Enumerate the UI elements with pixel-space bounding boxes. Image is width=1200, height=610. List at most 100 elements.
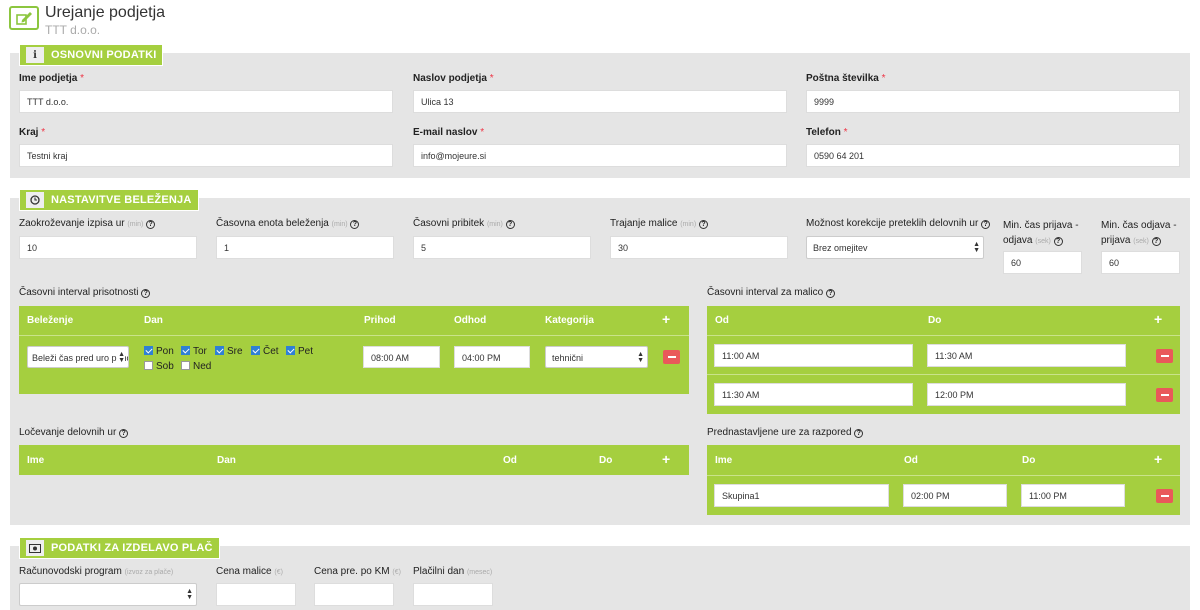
column-header: Do (599, 455, 613, 466)
phone-input[interactable]: 0590 64 201 (806, 144, 1180, 167)
company-address-input[interactable]: Ulica 13 (413, 90, 787, 113)
column-header: Od (904, 455, 918, 466)
surcharge-label: Časovni pribitek (min) ? (413, 218, 515, 229)
lunch-price-label: Cena malice (€) (216, 566, 283, 577)
checkbox-sre[interactable]: Sre (215, 346, 243, 357)
tracking-section-tab: NASTAVITVE BELEŽENJA (19, 189, 199, 211)
tracking-section: NASTAVITVE BELEŽENJA Zaokroževanje izpis… (10, 189, 1190, 525)
preset-to-input[interactable]: 11:00 PM (1021, 484, 1125, 507)
km-price-input[interactable] (314, 583, 394, 606)
preset-name-input[interactable]: Skupina1 (714, 484, 889, 507)
payday-input[interactable] (413, 583, 493, 606)
question-circle-icon[interactable]: ? (981, 220, 991, 229)
question-circle-icon[interactable]: ? (119, 429, 129, 438)
minus-icon (1160, 394, 1169, 396)
question-circle-icon[interactable]: ? (146, 220, 156, 229)
section-title: OSNOVNI PODATKI (51, 49, 157, 61)
min-login-input[interactable]: 60 (1003, 251, 1082, 274)
tracking-mode-select[interactable]: Beleži čas pred uro prihoda▲▼ (27, 346, 129, 368)
remove-preset-button[interactable] (1156, 489, 1173, 503)
remove-lunch-interval-button[interactable] (1156, 349, 1173, 363)
column-header: Prihod (364, 315, 396, 326)
column-header: Dan (217, 455, 236, 466)
company-name-input[interactable]: TTT d.o.o. (19, 90, 393, 113)
page-subtitle: TTT d.o.o. (45, 23, 101, 37)
lunch-to-input[interactable]: 12:00 PM (927, 383, 1126, 406)
lunch-duration-input[interactable]: 30 (610, 236, 788, 259)
separation-table: Ime Dan Od Do + (19, 445, 689, 475)
select-arrow-icon: ▲ ▼ (117, 351, 125, 364)
question-circle-icon[interactable]: ? (350, 220, 360, 229)
postal-code-label: Poštna številka * (806, 73, 886, 84)
email-input[interactable]: info@mojeure.si (413, 144, 787, 167)
column-header: Ime (715, 455, 733, 466)
question-circle-icon[interactable]: ? (854, 429, 864, 438)
lunch-price-input[interactable] (216, 583, 296, 606)
lunch-from-input[interactable]: 11:30 AM (714, 383, 913, 406)
remove-lunch-interval-button[interactable] (1156, 388, 1173, 402)
preset-from-input[interactable]: 02:00 PM (903, 484, 1007, 507)
city-input[interactable]: Testni kraj (19, 144, 393, 167)
checkbox-tor[interactable]: Tor (181, 346, 207, 357)
column-header: Od (715, 315, 729, 326)
question-circle-icon[interactable]: ? (141, 289, 151, 298)
page-title: Urejanje podjetja (45, 4, 166, 21)
presence-table: Beleženje Dan Prihod Odhod Kategorija + … (19, 306, 689, 394)
rounding-input[interactable]: 10 (19, 236, 197, 259)
accounting-program-select[interactable]: ▲ ▼ (19, 583, 197, 606)
payday-label: Plačilni dan (mesec) (413, 566, 493, 577)
section-title: PODATKI ZA IZDELAVO PLAČ (51, 542, 213, 554)
checkbox-sob[interactable]: Sob (144, 361, 174, 372)
select-arrow-icon: ▲ ▼ (973, 241, 980, 254)
column-header: Kategorija (545, 315, 594, 326)
presence-interval-label: Časovni interval prisotnosti ? (19, 287, 151, 298)
accounting-program-label: Računovodski program (izvoz za plače) (19, 566, 174, 577)
departure-time-input[interactable]: 04:00 PM (454, 346, 530, 368)
preset-hours-table: Ime Od Do + Skupina1 02:00 PM 11:00 PM (707, 445, 1180, 515)
add-presence-button[interactable]: + (662, 311, 670, 327)
column-header: Ime (27, 455, 45, 466)
checkbox-pet[interactable]: Pet (286, 346, 313, 357)
page-header: Urejanje podjetja TTT d.o.o. (9, 4, 165, 37)
column-header: Do (928, 315, 942, 326)
add-separation-button[interactable]: + (662, 451, 670, 467)
question-circle-icon[interactable]: ? (1053, 237, 1063, 246)
time-unit-input[interactable]: 1 (216, 236, 394, 259)
remove-presence-button[interactable] (663, 350, 680, 364)
checkbox-ned[interactable]: Ned (181, 361, 211, 372)
company-address-label: Naslov podjetja * (413, 73, 494, 84)
column-header: Beleženje (27, 315, 74, 326)
correction-select[interactable]: Brez omejitev ▲ ▼ (806, 236, 984, 259)
surcharge-input[interactable]: 5 (413, 236, 591, 259)
min-logout-label: Min. čas odjava - prijava (sek) ? (1101, 220, 1177, 246)
add-preset-button[interactable]: + (1154, 451, 1162, 467)
category-select[interactable]: tehnični ▲ ▼ (545, 346, 648, 368)
arrival-time-input[interactable]: 08:00 AM (363, 346, 440, 368)
payroll-section-tab: PODATKI ZA IZDELAVO PLAČ (19, 537, 220, 559)
lunch-to-input[interactable]: 11:30 AM (927, 344, 1126, 367)
km-price-label: Cena pre. po KM (€) (314, 566, 401, 577)
city-label: Kraj * (19, 127, 46, 138)
min-logout-input[interactable]: 60 (1101, 251, 1180, 274)
question-circle-icon[interactable]: ? (505, 220, 515, 229)
question-circle-icon[interactable]: ? (698, 220, 708, 229)
minus-icon (1160, 355, 1169, 357)
checkbox-pon[interactable]: Pon (144, 346, 174, 357)
column-header: Od (503, 455, 517, 466)
checkbox-cet[interactable]: Čet (251, 346, 279, 357)
clock-icon (26, 192, 44, 208)
rounding-label: Zaokroževanje izpisa ur (min) ? (19, 218, 156, 229)
separation-label: Ločevanje delovnih ur ? (19, 427, 129, 438)
lunch-from-input[interactable]: 11:00 AM (714, 344, 913, 367)
minus-icon (1160, 495, 1169, 497)
postal-code-input[interactable]: 9999 (806, 90, 1180, 113)
question-circle-icon[interactable]: ? (1151, 237, 1161, 246)
lunch-interval-label: Časovni interval za malico ? (707, 287, 835, 298)
basic-section: i OSNOVNI PODATKI Ime podjetja * TTT d.o… (10, 44, 1190, 178)
question-circle-icon[interactable]: ? (825, 289, 835, 298)
add-lunch-interval-button[interactable]: + (1154, 311, 1162, 327)
column-header: Do (1022, 455, 1036, 466)
info-icon: i (26, 47, 44, 63)
min-login-label: Min. čas prijava - odjava (sek) ? (1003, 220, 1079, 246)
preset-hours-label: Prednastavljene ure za razpored ? (707, 427, 864, 438)
